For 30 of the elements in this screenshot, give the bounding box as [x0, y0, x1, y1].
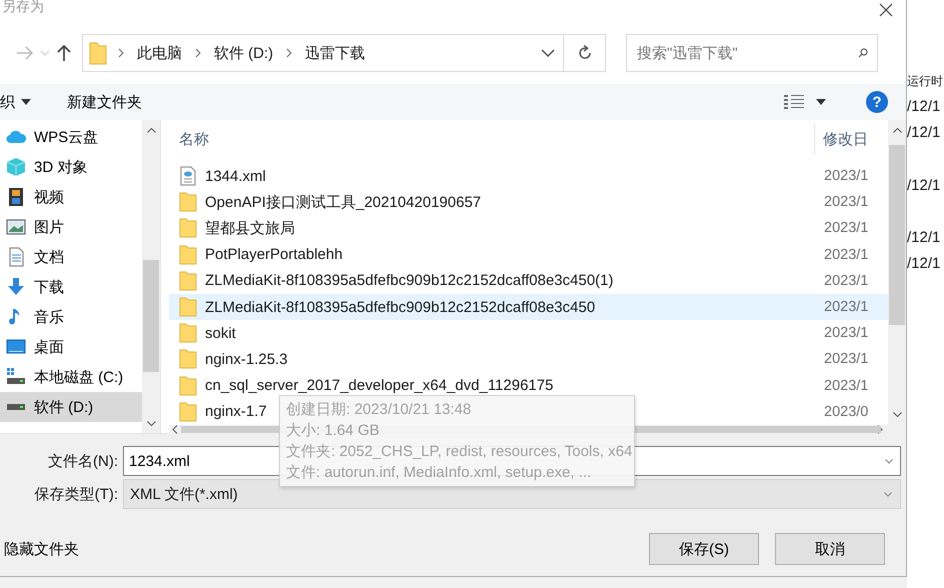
- field-label: 保存类型(T):: [34, 484, 119, 504]
- file-name: nginx-1.25.3: [205, 350, 288, 368]
- background-text: 运行时: [907, 73, 944, 90]
- modified-date: 2023/1: [823, 246, 868, 263]
- modified-date: 2023/1: [823, 220, 868, 236]
- modified-date: 2023/1: [823, 325, 868, 342]
- background-text: /12/1: [907, 254, 942, 274]
- file-name: ZLMediaKit-8f108395a5dfefbc909b12c2152dcaff08e3c450: [205, 298, 596, 316]
- background-text: /12/1: [907, 176, 942, 196]
- modified-date: 2023/1: [823, 272, 868, 289]
- modified-date: 2023/1: [823, 194, 868, 210]
- tooltip-text: 大小: 1.64 GB: [286, 421, 380, 441]
- background-text: /12/1: [907, 228, 942, 248]
- field-label: 文件名(N):: [47, 452, 119, 470]
- background-text: /12/1: [907, 97, 942, 117]
- modified-date: 2023/1: [823, 299, 868, 316]
- tooltip-text: 创建日期: 2023/10/21 13:48: [286, 400, 472, 420]
- file-name: 望都县文旅局: [205, 218, 295, 238]
- file-name: 1344.xml: [205, 168, 266, 185]
- modified-date: 2023/1: [823, 378, 868, 394]
- file-name: nginx-1.7: [205, 403, 267, 420]
- file-name: PotPlayerPortablehh: [205, 246, 343, 264]
- file-name: OpenAPI接口测试工具_20210420190657: [205, 192, 482, 212]
- modified-date: 2023/0: [823, 404, 868, 420]
- background-text: /12/1: [907, 123, 942, 143]
- modified-date: 2023/1: [823, 168, 868, 184]
- file-name: ZLMediaKit-8f108395a5dfefbc909b12c2152dcaff08e3c450(1): [205, 272, 614, 290]
- file-name: sokit: [205, 324, 236, 342]
- modified-date: 2023/1: [823, 351, 868, 368]
- file-name: cn_sql_server_2017_developer_x64_dvd_11296175: [205, 377, 554, 394]
